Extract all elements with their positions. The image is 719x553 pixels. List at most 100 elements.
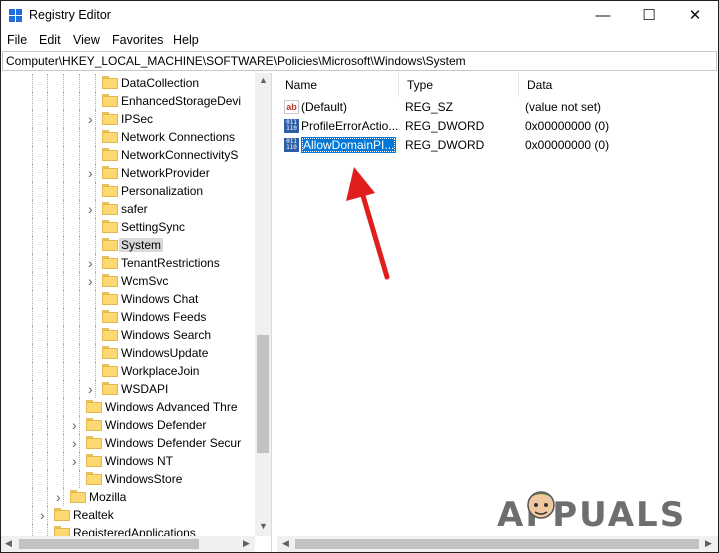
- values-horizontal-scrollbar[interactable]: ◀ ▶: [277, 536, 718, 552]
- tree-item-label: NetworkConnectivityS: [121, 148, 239, 162]
- folder-icon: [70, 490, 86, 503]
- chevron-right-icon[interactable]: ›: [72, 418, 82, 432]
- tree-item[interactable]: Network Connections: [1, 128, 255, 146]
- tree-item[interactable]: › NetworkProvider: [1, 164, 255, 182]
- tree-item-label: NetworkProvider: [121, 166, 210, 180]
- menu-favorites[interactable]: Favorites: [112, 33, 163, 47]
- tree-guide-line: [63, 344, 64, 362]
- value-row[interactable]: ab (Default) REG_SZ (value not set): [277, 98, 718, 117]
- tree-item[interactable]: System: [1, 236, 255, 254]
- minimize-button[interactable]: —: [580, 1, 626, 30]
- column-header-data[interactable]: Data: [519, 73, 718, 97]
- chevron-right-icon[interactable]: ›: [88, 382, 98, 396]
- column-header-name[interactable]: Name: [277, 73, 399, 97]
- scroll-up-icon[interactable]: ▲: [259, 75, 268, 85]
- tree-item[interactable]: DataCollection: [1, 74, 255, 92]
- tree-guide-line: [95, 218, 96, 236]
- folder-icon: [86, 454, 102, 467]
- tree-guide-line: [79, 398, 80, 416]
- tree-item[interactable]: WorkplaceJoin: [1, 362, 255, 380]
- tree-item[interactable]: › Windows Defender Secur: [1, 434, 255, 452]
- folder-icon: [102, 94, 118, 107]
- tree-guide-line: [47, 398, 48, 416]
- tree-item[interactable]: › Realtek: [1, 506, 255, 524]
- tree-item-label: Windows Defender Secur: [105, 436, 242, 450]
- menu-file[interactable]: File: [7, 33, 27, 47]
- tree-item[interactable]: Windows Feeds: [1, 308, 255, 326]
- tree-item[interactable]: WindowsUpdate: [1, 344, 255, 362]
- tree-item[interactable]: › Windows Defender: [1, 416, 255, 434]
- chevron-right-icon[interactable]: ›: [72, 454, 82, 468]
- tree-item[interactable]: › TenantRestrictions: [1, 254, 255, 272]
- tree-item[interactable]: › IPSec: [1, 110, 255, 128]
- tree-item[interactable]: › Windows NT: [1, 452, 255, 470]
- folder-icon: [86, 472, 102, 485]
- mascot-icon: [527, 491, 555, 519]
- tree-item[interactable]: › WSDAPI: [1, 380, 255, 398]
- chevron-right-icon[interactable]: ›: [88, 166, 98, 180]
- tree-item[interactable]: EnhancedStorageDevi: [1, 92, 255, 110]
- scroll-left-icon[interactable]: ◀: [5, 538, 12, 549]
- tree-guide-line: [63, 380, 64, 398]
- menu-help[interactable]: Help: [173, 33, 199, 47]
- chevron-right-icon[interactable]: ›: [88, 274, 98, 288]
- folder-icon: [102, 202, 118, 215]
- scroll-left-icon[interactable]: ◀: [282, 538, 289, 549]
- tree-guide-line: [63, 254, 64, 272]
- tree-item[interactable]: › safer: [1, 200, 255, 218]
- value-row[interactable]: 011 110 AllowDomainPI... REG_DWORD 0x0000000…: [277, 136, 718, 155]
- tree-item[interactable]: Windows Advanced Thre: [1, 398, 255, 416]
- tree-guide-line: [47, 488, 48, 506]
- column-header-type[interactable]: Type: [399, 73, 519, 97]
- tree-item[interactable]: Windows Chat: [1, 290, 255, 308]
- chevron-right-icon[interactable]: ›: [88, 202, 98, 216]
- tree-hscroll-thumb[interactable]: [19, 539, 199, 549]
- tree-guide-line: [79, 290, 80, 308]
- tree-guide-line: [47, 326, 48, 344]
- tree-guide-line: [63, 92, 64, 110]
- scroll-right-icon[interactable]: ▶: [243, 538, 250, 549]
- tree-item[interactable]: › WcmSvc: [1, 272, 255, 290]
- chevron-right-icon[interactable]: ›: [40, 508, 50, 522]
- menu-edit[interactable]: Edit: [39, 33, 61, 47]
- tree-item[interactable]: › Mozilla: [1, 488, 255, 506]
- dword-value-icon: 011 110: [284, 119, 299, 133]
- chevron-right-icon[interactable]: ›: [56, 490, 66, 504]
- values-list-pane: Name Type Data ab (Default) REG_SZ (value n…: [277, 73, 718, 552]
- tree-vertical-scrollbar[interactable]: ▲ ▼: [255, 73, 271, 536]
- tree-guide-line: [63, 308, 64, 326]
- tree-item-label: WindowsUpdate: [121, 346, 209, 360]
- tree-scroll-thumb[interactable]: [257, 335, 269, 453]
- value-type: REG_DWORD: [405, 119, 485, 133]
- close-button[interactable]: ✕: [672, 1, 718, 30]
- menu-view[interactable]: View: [73, 33, 100, 47]
- tree-item[interactable]: Windows Search: [1, 326, 255, 344]
- scroll-right-icon[interactable]: ▶: [705, 538, 712, 549]
- folder-icon: [102, 364, 118, 377]
- chevron-right-icon[interactable]: ›: [88, 112, 98, 126]
- tree-item[interactable]: WindowsStore: [1, 470, 255, 488]
- maximize-button[interactable]: ☐: [626, 1, 672, 30]
- values-hscroll-thumb[interactable]: [295, 539, 699, 549]
- tree-item-label: WindowsStore: [105, 472, 183, 486]
- tree-guide-line: [32, 128, 33, 146]
- tree-horizontal-scrollbar[interactable]: ◀ ▶: [1, 536, 255, 552]
- tree-item-label: Windows Advanced Thre: [105, 400, 238, 414]
- tree-item[interactable]: SettingSync: [1, 218, 255, 236]
- tree-guide-line: [32, 344, 33, 362]
- tree-item[interactable]: Personalization: [1, 182, 255, 200]
- value-row[interactable]: 011 110 ProfileErrorActio... REG_DWORD 0x000…: [277, 117, 718, 136]
- tree-guide-line: [79, 200, 80, 218]
- value-name: AllowDomainPI...: [301, 137, 397, 153]
- tree-guide-line: [32, 146, 33, 164]
- chevron-right-icon[interactable]: ›: [72, 436, 82, 450]
- tree-guide-line: [79, 218, 80, 236]
- scroll-down-icon[interactable]: ▼: [259, 521, 268, 531]
- address-bar[interactable]: Computer\HKEY_LOCAL_MACHINE\SOFTWARE\Pol…: [2, 51, 717, 71]
- chevron-right-icon[interactable]: ›: [88, 256, 98, 270]
- key-tree-pane: DataCollection EnhancedStorageDevi › IPSec N…: [1, 73, 272, 552]
- tree-item[interactable]: NetworkConnectivityS: [1, 146, 255, 164]
- tree-guide-line: [63, 326, 64, 344]
- dword-value-icon: 011 110: [284, 138, 299, 152]
- tree-guide-line: [32, 506, 33, 524]
